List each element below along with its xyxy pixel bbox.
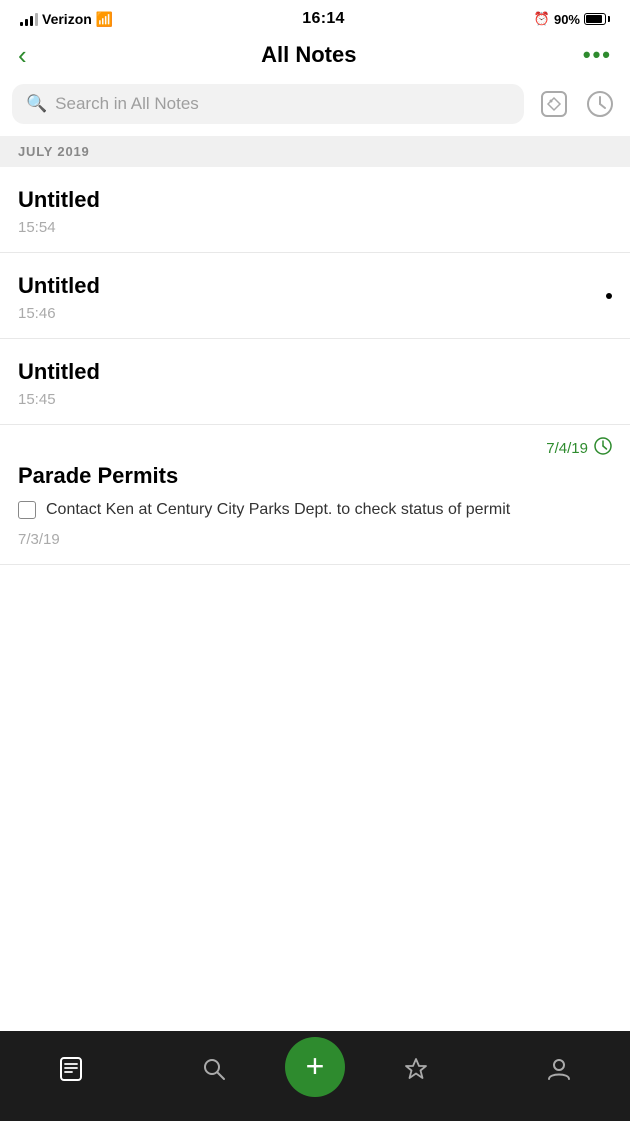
note-item-1[interactable]: Untitled 15:54 xyxy=(0,167,630,253)
parade-todo-item: Contact Ken at Century City Parks Dept. … xyxy=(18,499,612,521)
carrier-label: Verizon xyxy=(42,11,92,27)
search-tab-icon xyxy=(201,1056,227,1089)
note-time-1: 15:54 xyxy=(18,219,612,236)
note-item-3[interactable]: Untitled 15:45 xyxy=(0,339,630,425)
status-left: Verizon 📶 xyxy=(20,11,113,28)
tag-filter-button[interactable] xyxy=(536,86,572,122)
battery-icon xyxy=(584,13,610,25)
notes-tab-icon xyxy=(58,1056,84,1089)
note-title-3: Untitled xyxy=(18,359,612,385)
section-header-july: JULY 2019 xyxy=(0,136,630,167)
battery-percent: 90% xyxy=(554,12,580,27)
tab-shortcuts[interactable] xyxy=(345,1031,488,1105)
tag-icon xyxy=(540,90,568,118)
parade-note[interactable]: 7/4/19 Parade Permits Contact Ken at Cen… xyxy=(0,425,630,565)
tab-bar: + xyxy=(0,1031,630,1121)
search-placeholder: Search in All Notes xyxy=(55,94,199,114)
note-time-3: 15:45 xyxy=(18,391,612,408)
status-right: ⏰ 90% xyxy=(534,11,610,27)
new-note-fab[interactable]: + xyxy=(285,1037,345,1097)
tab-account[interactable] xyxy=(488,1031,630,1105)
todo-text: Contact Ken at Century City Parks Dept. … xyxy=(46,499,510,521)
shortcuts-tab-icon xyxy=(403,1056,429,1089)
parade-header-row: 7/4/19 xyxy=(18,437,612,459)
note-title-1: Untitled xyxy=(18,187,612,213)
alarm-icon: ⏰ xyxy=(534,11,550,27)
header: ‹ All Notes ••• xyxy=(0,34,630,84)
wifi-icon: 📶 xyxy=(96,11,113,28)
page-title: All Notes xyxy=(261,42,356,68)
fab-plus-icon: + xyxy=(306,1050,325,1082)
more-menu-button[interactable]: ••• xyxy=(583,42,612,68)
status-time: 16:14 xyxy=(302,10,344,28)
search-bar-container: 🔍 Search in All Notes xyxy=(0,84,630,136)
tab-new[interactable]: + xyxy=(285,1031,345,1105)
note-title-2: Untitled xyxy=(18,273,612,299)
tab-notes[interactable] xyxy=(0,1031,143,1105)
status-bar: Verizon 📶 16:14 ⏰ 90% xyxy=(0,0,630,34)
search-input[interactable]: 🔍 Search in All Notes xyxy=(12,84,524,124)
account-tab-icon xyxy=(546,1056,572,1089)
reminder-bell-icon xyxy=(594,437,612,459)
reminder-filter-button[interactable] xyxy=(582,86,618,122)
signal-icon xyxy=(20,12,38,26)
todo-checkbox[interactable] xyxy=(18,501,36,519)
note-item-2[interactable]: Untitled 15:46 xyxy=(0,253,630,339)
note-time-2: 15:46 xyxy=(18,305,612,322)
search-action-icons xyxy=(536,86,618,122)
back-button[interactable]: ‹ xyxy=(18,38,35,72)
reminder-icon xyxy=(586,90,614,118)
search-icon: 🔍 xyxy=(26,94,47,114)
parade-note-time: 7/3/19 xyxy=(18,531,612,548)
parade-note-title: Parade Permits xyxy=(18,463,612,489)
note-dot-2 xyxy=(606,293,612,299)
tab-search[interactable] xyxy=(143,1031,286,1105)
parade-date: 7/4/19 xyxy=(546,440,588,457)
